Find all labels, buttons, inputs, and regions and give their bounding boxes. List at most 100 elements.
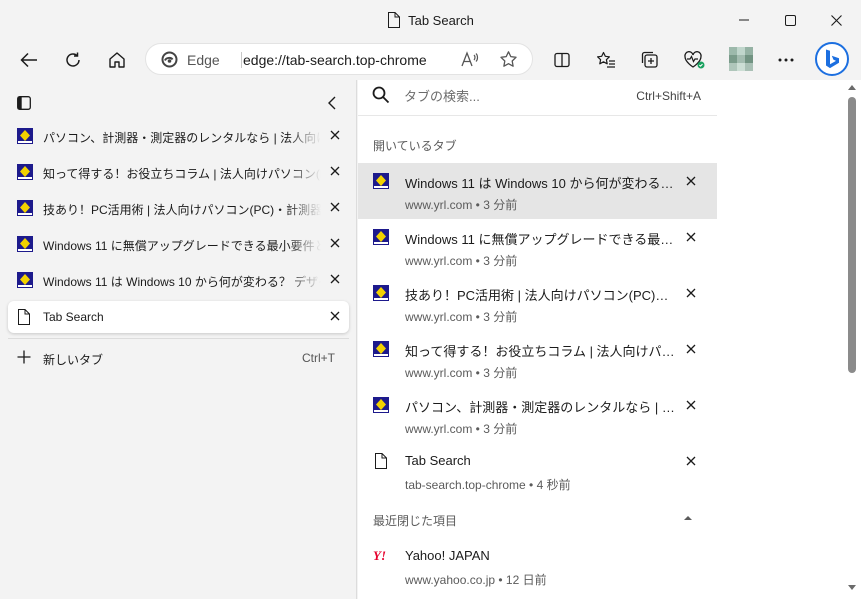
edge-logo-icon xyxy=(161,51,178,68)
result-title: Tab Search xyxy=(405,453,471,468)
close-tab-icon[interactable] xyxy=(685,455,697,467)
tab-title: Windows 11 は Windows 10 から何が変わる？ デザインの変化 xyxy=(43,275,321,289)
split-screen-icon xyxy=(554,52,570,68)
result-title: Windows 11 に無償アップグレードできる最小要件と確認方法 xyxy=(405,232,675,247)
favorites-button[interactable] xyxy=(590,44,622,76)
document-icon xyxy=(387,12,401,28)
result-title: パソコン、計測器・測定器のレンタルなら | 法人向けパソコン xyxy=(405,400,675,415)
yahoo-favicon: Y! xyxy=(373,548,386,563)
bing-copilot-button[interactable] xyxy=(815,42,849,76)
result-title: 技あり！PC活用術 | 法人向けパソコン(PC)・計測器レンタル xyxy=(405,288,675,303)
result-subtitle: www.yahoo.co.jp • 12 日前 xyxy=(405,573,547,587)
result-title: Yahoo! JAPAN xyxy=(405,548,490,563)
vertical-tab-item[interactable]: Windows 11 は Windows 10 から何が変わる？ デザインの変化 xyxy=(8,264,349,296)
scroll-up-arrow-icon[interactable] xyxy=(848,84,856,90)
close-window-button[interactable] xyxy=(813,0,859,40)
browser-essentials-button[interactable] xyxy=(678,44,710,76)
close-tab-icon[interactable] xyxy=(685,399,697,411)
result-subtitle: tab-search.top-chrome • 4 秒前 xyxy=(405,478,571,492)
split-screen-button[interactable] xyxy=(546,44,578,76)
open-tab-result[interactable]: Windows 11 は Windows 10 から何が変わる？ デザインの変化… xyxy=(358,163,717,219)
close-tab-icon[interactable] xyxy=(329,310,341,322)
collections-button[interactable] xyxy=(634,44,666,76)
tab-title: パソコン、計測器・測定器のレンタルなら | 法人向けパソコン(PC)・計測器レン… xyxy=(43,131,321,145)
vertical-tab-item[interactable]: 知って得する！お役立ちコラム | 法人向けパソコン(PC)・計測器レンタル xyxy=(8,156,349,188)
read-aloud-icon[interactable] xyxy=(460,50,480,70)
open-tab-result[interactable]: Tab Search tab-search.top-chrome • 4 秒前 xyxy=(358,443,717,499)
new-tab-button[interactable]: 新しいタブ Ctrl+T xyxy=(8,346,349,370)
title-bar: Tab Search xyxy=(0,0,861,40)
yrl-favicon xyxy=(17,128,33,144)
home-icon xyxy=(109,52,125,68)
tabs-divider xyxy=(8,338,349,339)
settings-more-button[interactable] xyxy=(770,44,802,76)
result-subtitle: www.yrl.com • 3 分前 xyxy=(405,422,518,436)
open-tab-result[interactable]: 知って得する！お役立ちコラム | 法人向けパソコン(PC)・計測器レンタル ww… xyxy=(358,331,717,387)
tab-search-bar: Ctrl+Shift+A xyxy=(358,80,717,116)
scroll-down-arrow-icon[interactable] xyxy=(848,585,856,591)
maximize-button[interactable] xyxy=(767,0,813,40)
vertical-tab-item-active[interactable]: Tab Search xyxy=(8,301,349,333)
address-url[interactable]: edge://tab-search.top-chrome xyxy=(243,52,427,68)
profile-avatar[interactable] xyxy=(729,47,753,71)
tab-search-panel: Ctrl+Shift+A 開いているタブ Windows 11 は Window… xyxy=(358,80,717,599)
bing-logo-icon xyxy=(826,49,839,69)
close-tab-icon[interactable] xyxy=(329,129,341,141)
result-subtitle: www.yrl.com • 3 分前 xyxy=(405,198,518,212)
tab-title: 技あり！PC活用術 | 法人向けパソコン(PC)・計測器レンタル xyxy=(43,203,321,217)
open-tab-result[interactable]: Windows 11 に無償アップグレードできる最小要件と確認方法 www.yr… xyxy=(358,219,717,275)
open-tab-result[interactable]: 技あり！PC活用術 | 法人向けパソコン(PC)・計測器レンタル www.yrl… xyxy=(358,275,717,331)
recently-closed-result[interactable]: Y! Yahoo! JAPAN www.yahoo.co.jp • 12 日前 xyxy=(358,538,717,594)
tab-actions-icon[interactable] xyxy=(17,96,31,110)
yrl-favicon xyxy=(373,285,389,301)
result-title: Windows 11 は Windows 10 から何が変わる？ デザインの変化 xyxy=(405,176,675,191)
search-icon xyxy=(372,86,390,104)
new-tab-shortcut: Ctrl+T xyxy=(302,351,335,365)
tab-search-input[interactable] xyxy=(404,86,624,106)
yrl-favicon xyxy=(17,236,33,252)
close-tab-icon[interactable] xyxy=(685,175,697,187)
vertical-tab-item[interactable]: パソコン、計測器・測定器のレンタルなら | 法人向けパソコン(PC)・計測器レン… xyxy=(8,120,349,152)
yrl-favicon xyxy=(17,200,33,216)
open-tab-result[interactable]: パソコン、計測器・測定器のレンタルなら | 法人向けパソコン www.yrl.c… xyxy=(358,387,717,443)
open-tabs-section-title: 開いているタブ xyxy=(373,139,457,153)
yrl-favicon xyxy=(373,397,389,413)
close-tab-icon[interactable] xyxy=(685,287,697,299)
tab-title: Windows 11 に無償アップグレードできる最小要件と確認方法 xyxy=(43,239,321,253)
home-button[interactable] xyxy=(101,44,133,76)
refresh-button[interactable] xyxy=(57,44,89,76)
plus-icon xyxy=(17,350,31,364)
browser-toolbar: Edge edge://tab-search.top-chrome xyxy=(0,40,861,80)
document-icon xyxy=(17,309,30,325)
address-bar[interactable]: Edge edge://tab-search.top-chrome xyxy=(145,43,533,75)
result-title: 知って得する！お役立ちコラム | 法人向けパソコン(PC)・計測器レンタル xyxy=(405,344,675,359)
minimize-button[interactable] xyxy=(721,0,767,40)
arrow-left-icon xyxy=(20,52,37,68)
close-tab-icon[interactable] xyxy=(685,343,697,355)
recently-closed-section-title: 最近閉じた項目 xyxy=(373,514,458,528)
more-dots-icon xyxy=(778,58,794,62)
close-tab-icon[interactable] xyxy=(329,237,341,249)
address-separator xyxy=(241,52,242,68)
tab-title: Tab Search xyxy=(43,310,104,324)
back-button[interactable] xyxy=(13,44,45,76)
favorite-star-icon[interactable] xyxy=(499,50,518,69)
close-tab-icon[interactable] xyxy=(329,201,341,213)
result-subtitle: www.yrl.com • 3 分前 xyxy=(405,254,518,268)
yrl-favicon xyxy=(373,173,389,189)
window-title-text: Tab Search xyxy=(408,13,474,28)
collapse-section-caret-up-icon[interactable] xyxy=(683,515,693,521)
vertical-tab-item[interactable]: 技あり！PC活用術 | 法人向けパソコン(PC)・計測器レンタル xyxy=(8,192,349,224)
collapse-pane-chevron-left-icon[interactable] xyxy=(327,96,336,110)
tab-title: 知って得する！お役立ちコラム | 法人向けパソコン(PC)・計測器レンタル xyxy=(43,167,321,181)
close-tab-icon[interactable] xyxy=(329,273,341,285)
close-tab-icon[interactable] xyxy=(685,231,697,243)
scrollbar-thumb[interactable] xyxy=(848,97,856,373)
vertical-tab-item[interactable]: Windows 11 に無償アップグレードできる最小要件と確認方法 xyxy=(8,228,349,260)
heart-pulse-icon xyxy=(684,51,705,69)
yrl-favicon xyxy=(17,164,33,180)
yrl-favicon xyxy=(17,272,33,288)
page-content-area xyxy=(717,80,861,599)
result-subtitle: www.yrl.com • 3 分前 xyxy=(405,366,518,380)
close-tab-icon[interactable] xyxy=(329,165,341,177)
